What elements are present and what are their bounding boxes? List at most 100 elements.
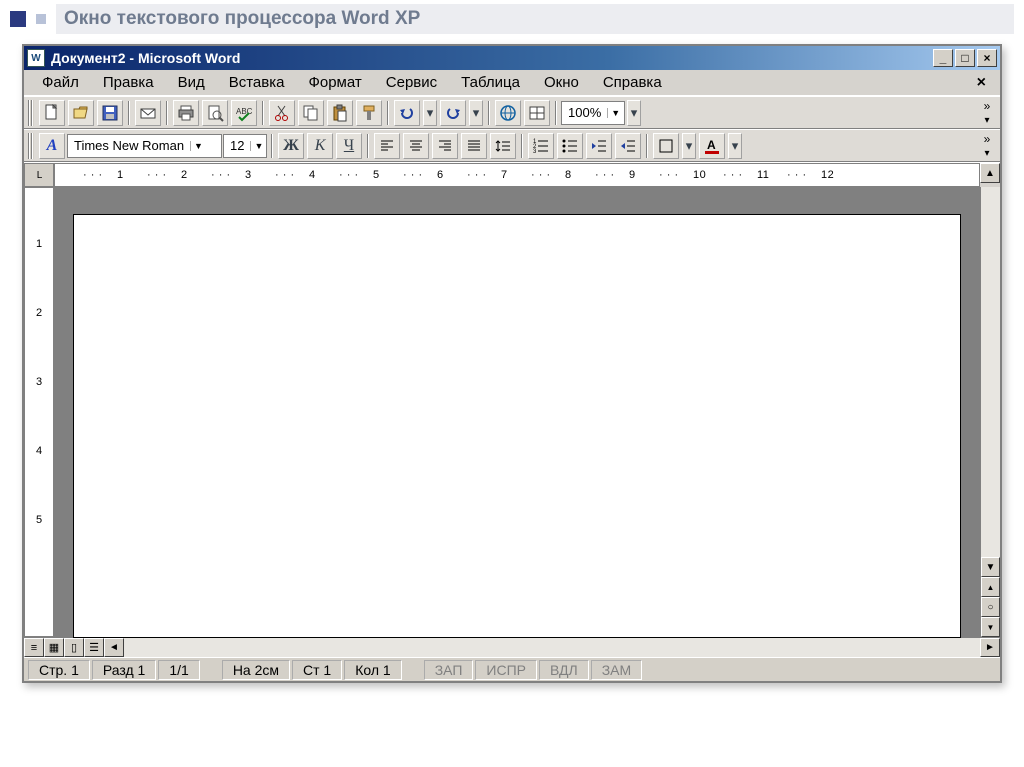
font-size-dropdown[interactable]: 12 ▼ xyxy=(223,134,267,158)
numbered-list-button[interactable]: 123 xyxy=(528,133,554,159)
titlebar[interactable]: Документ2 - Microsoft Word _ □ × xyxy=(24,46,1000,70)
maximize-button[interactable]: □ xyxy=(955,49,975,67)
status-section: Разд 1 xyxy=(92,660,156,680)
toolbar-grip[interactable] xyxy=(28,133,34,159)
undo-button[interactable] xyxy=(394,100,420,126)
separator xyxy=(166,101,168,125)
menubar: Файл Правка Вид Вставка Формат Сервис Та… xyxy=(24,70,1000,96)
separator xyxy=(367,134,369,158)
new-document-button[interactable] xyxy=(39,100,65,126)
toolbar-overflow-button[interactable]: »▾ xyxy=(978,129,996,162)
svg-text:A: A xyxy=(707,138,716,152)
status-ovr[interactable]: ЗАМ xyxy=(591,660,642,680)
browse-object-button[interactable]: ○ xyxy=(981,597,1000,617)
toolbar-standard: ABC ▾ ▾ 100% ▼ ▾ »▾ xyxy=(24,96,1000,129)
menu-edit[interactable]: Правка xyxy=(91,71,166,94)
mail-button[interactable] xyxy=(135,100,161,126)
separator xyxy=(262,101,264,125)
ruler-row: L · · · 1· · · 2· · · 3· · · 4· · · 5· ·… xyxy=(24,162,1000,187)
status-trk[interactable]: ИСПР xyxy=(475,660,537,680)
preview-button[interactable] xyxy=(202,100,228,126)
view-normal-button[interactable]: ≡ xyxy=(24,638,44,657)
font-color-button[interactable]: A xyxy=(699,133,725,159)
underline-button[interactable]: Ч xyxy=(336,133,362,159)
zoom-side-dropdown[interactable]: ▾ xyxy=(627,100,641,126)
align-left-button[interactable] xyxy=(374,133,400,159)
scroll-up-button[interactable]: ▲ xyxy=(980,163,1000,183)
bold-button[interactable]: Ж xyxy=(278,133,304,159)
toolbar-overflow-button[interactable]: »▾ xyxy=(978,96,996,129)
print-button[interactable] xyxy=(173,100,199,126)
prev-page-button[interactable]: ▲ xyxy=(981,577,1000,597)
spellcheck-button[interactable]: ABC xyxy=(231,100,257,126)
copy-button[interactable] xyxy=(298,100,324,126)
zoom-value: 100% xyxy=(568,105,601,120)
redo-button[interactable] xyxy=(440,100,466,126)
status-page: Стр. 1 xyxy=(28,660,90,680)
scrollbar-track[interactable] xyxy=(124,638,980,657)
toolbar-grip[interactable] xyxy=(28,100,34,126)
increase-indent-button[interactable] xyxy=(615,133,641,159)
separator xyxy=(387,101,389,125)
paste-button[interactable] xyxy=(327,100,353,126)
tab-selector[interactable]: L xyxy=(24,163,54,187)
document-viewport[interactable] xyxy=(54,187,980,637)
menu-help[interactable]: Справка xyxy=(591,71,674,94)
horizontal-scrollbar[interactable]: ◄ ► xyxy=(104,638,1000,657)
align-right-button[interactable] xyxy=(432,133,458,159)
line-spacing-button[interactable] xyxy=(490,133,516,159)
view-printlayout-button[interactable]: ▯ xyxy=(64,638,84,657)
close-document-button[interactable]: × xyxy=(969,74,994,92)
window-title: Документ2 - Microsoft Word xyxy=(51,50,931,66)
italic-button[interactable]: К xyxy=(307,133,333,159)
separator xyxy=(271,134,273,158)
align-center-button[interactable] xyxy=(403,133,429,159)
status-rec[interactable]: ЗАП xyxy=(424,660,474,680)
vertical-scrollbar[interactable]: ▼ ▲ ○ ▼ xyxy=(980,187,1000,637)
menu-tools[interactable]: Сервис xyxy=(374,71,449,94)
borders-button[interactable] xyxy=(653,133,679,159)
font-name-dropdown[interactable]: Times New Roman ▼ xyxy=(67,134,222,158)
separator xyxy=(488,101,490,125)
horizontal-ruler[interactable]: · · · 1· · · 2· · · 3· · · 4· · · 5· · ·… xyxy=(54,163,980,187)
borders-dropdown[interactable]: ▾ xyxy=(682,133,696,159)
page[interactable] xyxy=(74,215,960,637)
document-area: 12345 ▼ ▲ ○ ▼ xyxy=(24,187,1000,637)
chevron-down-icon: ▼ xyxy=(607,108,623,118)
menu-window[interactable]: Окно xyxy=(532,71,591,94)
font-color-dropdown[interactable]: ▾ xyxy=(728,133,742,159)
zoom-dropdown[interactable]: 100% ▼ xyxy=(561,101,625,125)
hyperlink-button[interactable] xyxy=(495,100,521,126)
separator xyxy=(646,134,648,158)
bulleted-list-button[interactable] xyxy=(557,133,583,159)
redo-dropdown[interactable]: ▾ xyxy=(469,100,483,126)
menu-file[interactable]: Файл xyxy=(30,71,91,94)
chevron-down-icon: ▼ xyxy=(250,141,266,151)
status-ext[interactable]: ВДЛ xyxy=(539,660,589,680)
menu-insert[interactable]: Вставка xyxy=(217,71,297,94)
scroll-down-button[interactable]: ▼ xyxy=(981,557,1000,577)
undo-dropdown[interactable]: ▾ xyxy=(423,100,437,126)
slide-title: Окно текстового процессора Word XP xyxy=(56,4,1014,34)
next-page-button[interactable]: ▼ xyxy=(981,617,1000,637)
vertical-ruler[interactable]: 12345 xyxy=(24,187,54,637)
styles-pane-button[interactable]: A xyxy=(39,133,65,159)
menu-table[interactable]: Таблица xyxy=(449,71,532,94)
menu-view[interactable]: Вид xyxy=(166,71,217,94)
decrease-indent-button[interactable] xyxy=(586,133,612,159)
cut-button[interactable] xyxy=(269,100,295,126)
tables-borders-button[interactable] xyxy=(524,100,550,126)
align-justify-button[interactable] xyxy=(461,133,487,159)
view-outline-button[interactable]: ☰ xyxy=(84,638,104,657)
scroll-right-button[interactable]: ► xyxy=(980,638,1000,657)
format-painter-button[interactable] xyxy=(356,100,382,126)
open-button[interactable] xyxy=(68,100,94,126)
menu-format[interactable]: Формат xyxy=(296,71,373,94)
save-button[interactable] xyxy=(97,100,123,126)
close-button[interactable]: × xyxy=(977,49,997,67)
scroll-left-button[interactable]: ◄ xyxy=(104,638,124,657)
minimize-button[interactable]: _ xyxy=(933,49,953,67)
view-weblayout-button[interactable]: ▦ xyxy=(44,638,64,657)
word-icon[interactable] xyxy=(27,49,45,67)
scrollbar-track[interactable] xyxy=(981,187,1000,557)
